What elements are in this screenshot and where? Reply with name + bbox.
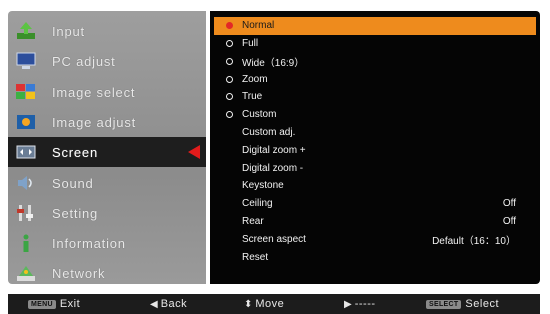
submenu-item-value: Off [502,216,516,228]
menu-item-label: Information [52,235,126,251]
submenu-item-ceiling[interactable]: Ceiling Off [214,195,536,213]
submenu-item-value: Default（16：10） [432,235,516,247]
select-hint[interactable]: SELECT Select [426,294,499,314]
screen-icon [14,141,38,163]
submenu-item-screen-aspect[interactable]: Screen aspect Default（16：10） [214,231,536,249]
exit-label: Exit [59,298,81,310]
menu-item-label: Image adjust [52,114,137,130]
submenu-item-custom[interactable]: Custom [214,106,536,124]
submenu-item-label: Wide（16:9） [242,57,305,69]
move-label: Move [255,298,285,310]
submenu-item-rear[interactable]: Rear Off [214,213,536,231]
exit-hint[interactable]: MENU Exit [28,294,80,314]
submenu-item-label: Full [242,38,259,50]
submenu-item-label: Keystone [242,180,284,192]
move-hint[interactable]: ⬍ Move [244,294,284,314]
key-hint-bar: MENU Exit ◀ Back ⬍ Move ▶ ----- SELECT S… [8,294,540,314]
up-down-arrow-icon: ⬍ [244,298,253,310]
menu-item-information[interactable]: Information [8,228,206,258]
submenu-item-wide-16-9[interactable]: Wide（16:9） [214,53,536,71]
radio-unselected-icon [224,110,234,120]
radio-selected-icon [224,21,234,31]
menu-item-label: Setting [52,205,99,221]
radio-unselected-icon [224,92,234,102]
submenu-item-zoom[interactable]: Zoom [214,70,536,88]
menu-item-screen[interactable]: Screen [8,137,206,167]
menu-item-label: Sound [52,175,94,191]
menu-item-label: Image select [52,84,136,100]
submenu-item-full[interactable]: Full [214,35,536,53]
back-label: Back [160,298,188,310]
submenu-item-label: Rear [242,216,264,228]
menu-item-network[interactable]: Network [8,258,206,288]
submenu-item-keystone[interactable]: Keystone [214,177,536,195]
menu-key-badge: MENU [28,299,56,309]
submenu-item-label: Custom [242,109,277,121]
menu-item-image-adjust[interactable]: Image adjust [8,107,206,137]
submenu-item-label: Digital zoom - [242,162,304,174]
submenu-item-label: Ceiling [242,198,273,210]
submenu-item-label: True [242,91,263,103]
submenu-item-label: Zoom [242,73,268,85]
menu-item-image-select[interactable]: Image select [8,77,206,107]
radio-unselected-icon [224,56,234,66]
submenu-item-normal[interactable]: Normal [214,17,536,35]
setting-icon [14,202,38,224]
back-hint[interactable]: ◀ Back [150,294,187,314]
radio-unselected-icon [224,39,234,49]
select-label: Select [465,298,499,310]
submenu-item-label: Custom adj. [242,127,296,139]
enter-hint[interactable]: ▶ ----- [344,294,376,314]
submenu-item-reset[interactable]: Reset [214,248,536,266]
left-arrow-icon: ◀ [150,298,158,310]
pc-adjust-icon [14,50,38,72]
screen-submenu: Normal Full Wide（16:9） Zoom True Custom Custom… [210,11,540,284]
submenu-item-label: Digital zoom + [242,144,306,156]
menu-item-input[interactable]: Input [8,16,206,46]
radio-unselected-icon [224,74,234,84]
menu-item-label: Screen [52,144,98,160]
submenu-item-true[interactable]: True [214,88,536,106]
submenu-item-digital-zoom[interactable]: Digital zoom + [214,142,536,160]
menu-item-label: PC adjust [52,53,116,69]
right-arrow-icon: ▶ [344,298,352,310]
enter-label: ----- [354,298,376,310]
submenu-item-value: Off [502,198,516,210]
network-icon [14,262,38,284]
image-adjust-icon [14,111,38,133]
menu-item-pc-adjust[interactable]: PC adjust [8,46,206,76]
active-pointer-icon [188,145,200,159]
submenu-item-digital-zoom[interactable]: Digital zoom - [214,159,536,177]
information-icon [14,232,38,254]
submenu-item-custom-adj[interactable]: Custom adj. [214,124,536,142]
submenu-item-label: Screen aspect [242,233,306,245]
select-key-badge: SELECT [426,299,462,309]
menu-item-label: Input [52,23,85,39]
sound-icon [14,172,38,194]
submenu-item-label: Normal [242,20,275,32]
image-select-icon [14,81,38,103]
submenu-item-label: Reset [242,251,269,263]
menu-item-sound[interactable]: Sound [8,168,206,198]
main-menu: Input PC adjust Image select Image adjust Sc… [8,11,206,284]
menu-item-label: Network [52,265,106,281]
menu-item-setting[interactable]: Setting [8,198,206,228]
input-icon [14,20,38,42]
